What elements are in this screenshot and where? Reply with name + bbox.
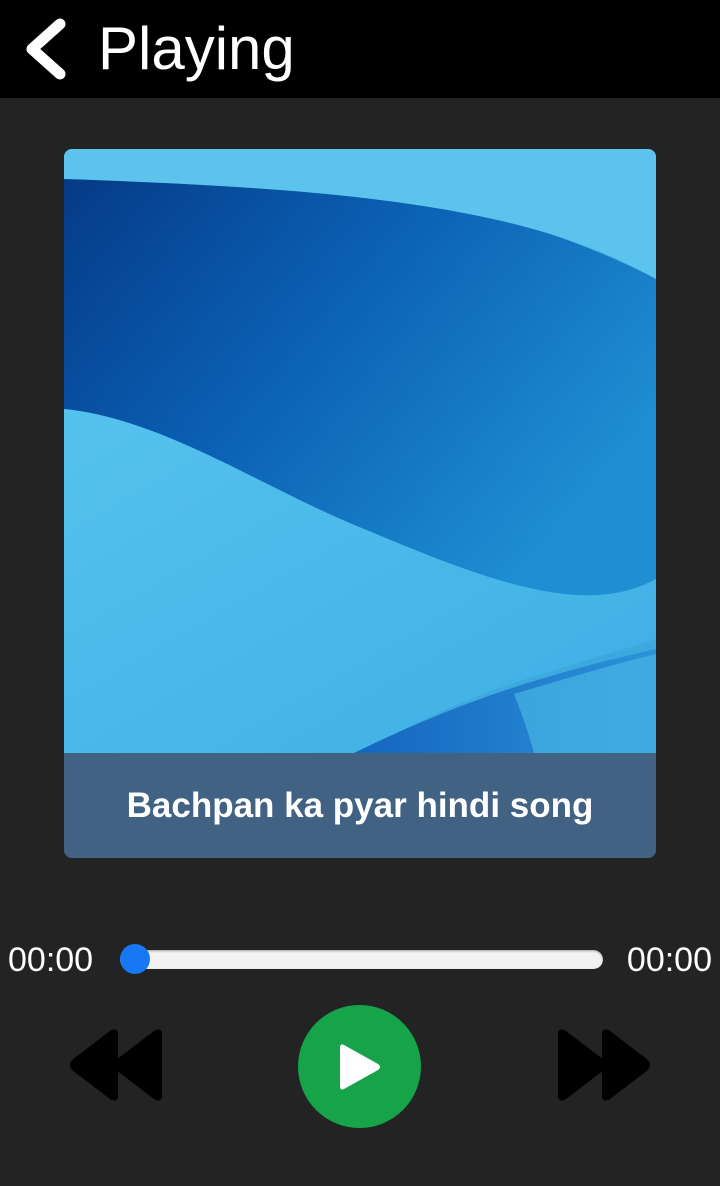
- rewind-icon: [70, 1029, 162, 1101]
- fast-forward-button[interactable]: [556, 1026, 652, 1104]
- elapsed-time: 00:00: [8, 941, 94, 979]
- page-title: Playing: [98, 15, 295, 82]
- seek-bar[interactable]: [120, 944, 603, 974]
- song-title: Bachpan ka pyar hindi song: [64, 753, 656, 858]
- music-player-screen: Playing Bachpan ka pyar hindi song 00:00…: [0, 0, 720, 1186]
- play-icon: [339, 1043, 380, 1090]
- play-button[interactable]: [298, 1005, 421, 1128]
- app-header: Playing: [0, 0, 720, 98]
- rewind-button[interactable]: [68, 1026, 164, 1104]
- chevron-left-icon: [26, 18, 66, 80]
- seek-thumb[interactable]: [120, 944, 150, 974]
- total-time: 00:00: [626, 941, 712, 979]
- back-button[interactable]: [18, 14, 78, 84]
- album-card: Bachpan ka pyar hindi song: [64, 149, 656, 858]
- fast-forward-icon: [558, 1029, 650, 1101]
- album-art-image: [64, 149, 656, 753]
